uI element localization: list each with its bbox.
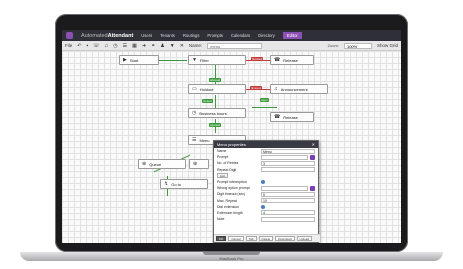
- phone-icon[interactable]: ☏: [93, 43, 99, 49]
- tab-button[interactable]: Tab: [245, 236, 257, 241]
- nav-prompts[interactable]: Prompts: [207, 33, 223, 38]
- node-announcement[interactable]: ♫ Announcement: [270, 84, 328, 94]
- node-start[interactable]: ▶ Start: [119, 55, 159, 65]
- label-allowed: allowed: [209, 78, 222, 82]
- list-button[interactable]: List: [217, 173, 228, 179]
- repeat-digit-field[interactable]: [261, 167, 315, 173]
- download-button[interactable]: Download: [275, 236, 295, 241]
- hangup-icon: ☎: [274, 57, 281, 63]
- wire-start-filter: [157, 60, 187, 61]
- clock-icon: ◷: [192, 110, 197, 116]
- close-icon[interactable]: ✕: [312, 142, 315, 147]
- node-release-2[interactable]: ☎ Release: [270, 112, 314, 122]
- prompt-picker-button[interactable]: [310, 154, 315, 160]
- prompt-select[interactable]: [261, 154, 308, 160]
- menu-properties-dialog: Menu properties ✕ Name Menu Prompt No. of …: [213, 140, 320, 243]
- node-holdout[interactable]: ▭ Holdout: [188, 84, 246, 94]
- app-title: AutomatedAttendant: [81, 32, 134, 39]
- nav-editor[interactable]: Editor: [282, 32, 302, 39]
- nav-directory[interactable]: Directory: [258, 33, 275, 38]
- link-icon[interactable]: ⚭: [151, 43, 155, 49]
- music-icon[interactable]: ♫: [105, 43, 109, 49]
- dialog-title: Menu properties: [217, 142, 246, 147]
- hangup-icon: ☎: [274, 114, 281, 120]
- holdout-icon: ▭: [192, 86, 197, 92]
- max-repeat-field[interactable]: 10: [261, 198, 315, 204]
- note-field[interactable]: [261, 216, 315, 222]
- node-queue[interactable]: ⊕ Queue: [138, 159, 186, 169]
- zoom-label: Zoom:: [327, 43, 339, 48]
- node-extra[interactable]: ⊕: [189, 159, 209, 169]
- editor-toolbar: File ↶ ▪ ☏ ♫ ◷ ☰ ▦ ➜ ⚭ ♟ ▼ ✕ Name: menu …: [62, 41, 401, 51]
- nav-calendars[interactable]: Calendars: [231, 33, 250, 38]
- name-label: Name:: [188, 43, 203, 48]
- name-field[interactable]: Menu: [261, 148, 315, 154]
- wire-holdout-hours: [215, 95, 216, 109]
- extension-length-field[interactable]: 4: [261, 210, 315, 216]
- laptop-screen: AutomatedAttendant Users Tenants Routing…: [62, 30, 401, 243]
- prop-row-note: Note: [214, 216, 318, 222]
- user-icon[interactable]: ♟: [160, 43, 164, 49]
- show-grid-toggle[interactable]: Show Grid: [377, 43, 398, 48]
- node-filter[interactable]: ▼ Filter: [188, 55, 246, 65]
- node-goto[interactable]: ↯ Go to: [160, 179, 208, 189]
- nav-tenants[interactable]: Tenants: [160, 33, 175, 38]
- music-icon: ♫: [274, 86, 278, 92]
- top-navigation-bar: AutomatedAttendant Users Tenants Routing…: [62, 30, 401, 41]
- menu-icon: ☰: [192, 137, 197, 143]
- node-release-1[interactable]: ☎ Release: [270, 55, 314, 65]
- play-icon: ▶: [123, 57, 127, 63]
- file-menu-button[interactable]: File: [65, 43, 72, 48]
- label-closed: closed: [202, 99, 213, 103]
- interruption-checkbox[interactable]: [261, 180, 265, 185]
- label-timeout: timeout: [250, 86, 262, 90]
- queue-icon[interactable]: ▦: [132, 43, 137, 49]
- retries-field[interactable]: 3: [261, 160, 315, 166]
- filter-icon[interactable]: ▼: [170, 43, 175, 49]
- label-opened: opened: [209, 123, 222, 127]
- dial-extension-checkbox[interactable]: [261, 204, 265, 209]
- arrow-icon[interactable]: ➜: [142, 43, 146, 49]
- digit-timeout-field[interactable]: 5: [261, 191, 315, 197]
- save-icon[interactable]: ▪: [86, 43, 88, 49]
- zoom-select[interactable]: 100%: [343, 42, 372, 49]
- dialog-titlebar: Menu properties ✕: [214, 141, 318, 148]
- goto-icon: ↯: [164, 181, 169, 187]
- laptop-label: MacBook Pro: [219, 256, 244, 261]
- ok-button[interactable]: OK: [216, 236, 227, 241]
- dialog-footer: OK Cancel Tab Delete Download Upload: [214, 234, 320, 242]
- nav-users[interactable]: Users: [141, 33, 152, 38]
- clock-icon[interactable]: ◷: [113, 43, 117, 49]
- laptop-notch: [203, 252, 260, 255]
- close-icon[interactable]: ✕: [180, 43, 184, 49]
- name-input[interactable]: menu: [207, 42, 263, 49]
- app-logo-icon: [66, 32, 73, 39]
- wrong-option-select[interactable]: [261, 185, 308, 191]
- label-blocked: blocked: [251, 57, 264, 61]
- queue-icon: ⊕: [142, 161, 147, 167]
- nav-routings[interactable]: Routings: [183, 33, 200, 38]
- upload-button[interactable]: Upload: [296, 236, 313, 241]
- wrong-option-picker-button[interactable]: [310, 185, 315, 191]
- queue-icon: ⊕: [193, 161, 198, 167]
- stage: AutomatedAttendant Users Tenants Routing…: [0, 0, 463, 269]
- menu-icon[interactable]: ☰: [123, 43, 127, 49]
- cancel-button[interactable]: Cancel: [228, 236, 244, 241]
- undo-icon[interactable]: ↶: [77, 43, 81, 49]
- label-open: open: [260, 98, 269, 102]
- wire-hours-release: [252, 107, 277, 108]
- filter-icon: ▼: [192, 57, 197, 63]
- delete-button[interactable]: Delete: [258, 236, 274, 241]
- node-business-hours[interactable]: ◷ Business hours: [188, 108, 246, 118]
